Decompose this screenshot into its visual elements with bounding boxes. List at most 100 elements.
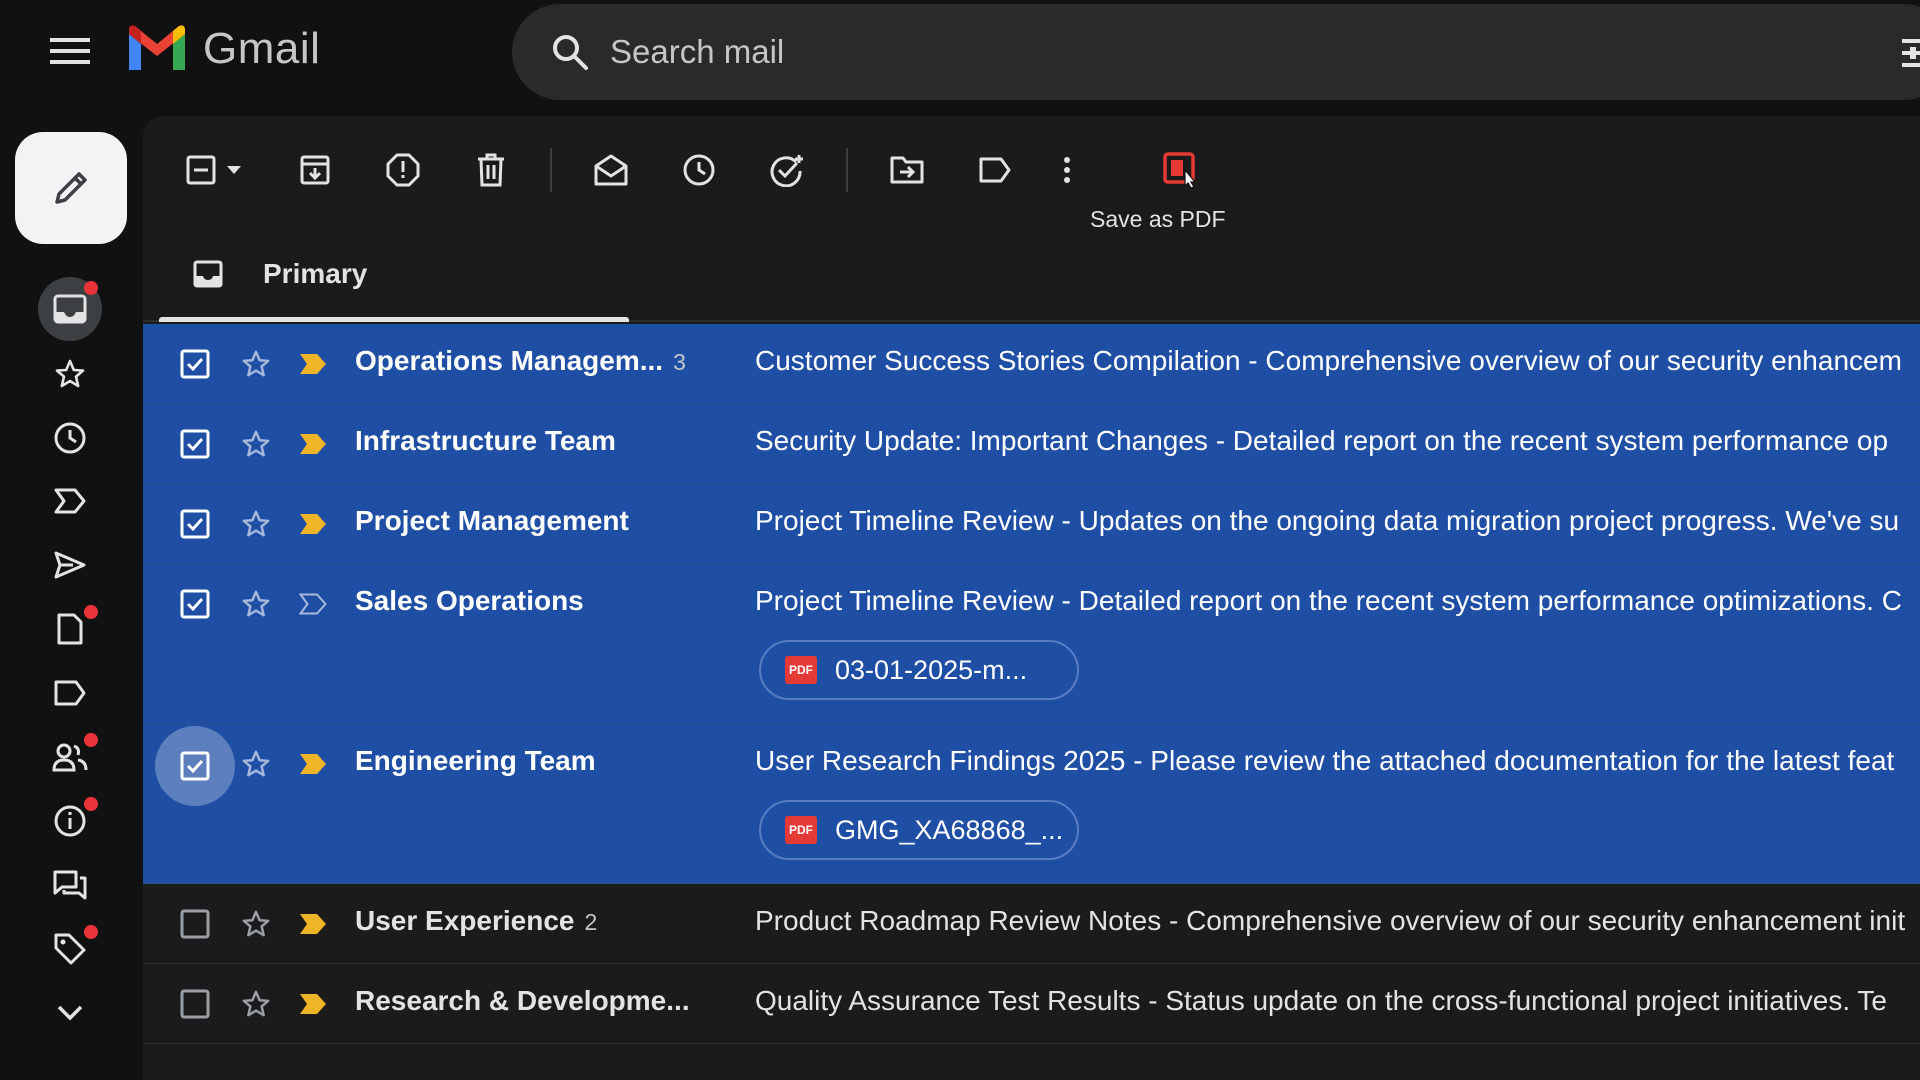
important-icon (54, 488, 86, 514)
row-checkbox[interactable] (179, 908, 211, 940)
info-icon (54, 805, 86, 837)
rail-inbox[interactable] (38, 277, 102, 341)
search-options-button[interactable] (1892, 26, 1920, 80)
unread-dot (84, 281, 98, 295)
select-options-button[interactable] (219, 144, 249, 196)
row-checkbox[interactable] (179, 588, 211, 620)
rail-forums[interactable] (38, 857, 102, 913)
star-button[interactable] (238, 506, 274, 542)
importance-marker[interactable] (299, 430, 331, 458)
rail-sent[interactable] (38, 537, 102, 593)
row-checkbox[interactable] (179, 428, 211, 460)
save-as-pdf-button[interactable] (1155, 144, 1207, 196)
star-button[interactable] (238, 426, 274, 462)
checkbox-empty-icon (180, 909, 210, 939)
inbox-icon (53, 294, 87, 324)
email-subject: Quality Assurance Test Results - Status … (755, 985, 1887, 1016)
email-subject: User Research Findings 2025 - Please rev… (755, 745, 1895, 776)
table-row[interactable]: Sales Operations Project Timeline Review… (143, 564, 1920, 724)
snooze-button[interactable] (673, 144, 725, 196)
rail-promotions[interactable] (38, 921, 102, 977)
thread-count: 3 (673, 349, 686, 375)
importance-marker[interactable] (299, 750, 331, 778)
table-row[interactable]: Infrastructure Team Security Update: Imp… (143, 404, 1920, 484)
labels-button[interactable] (969, 144, 1021, 196)
email-sender: User Experience 2 (355, 905, 598, 936)
more-options-button[interactable] (1049, 144, 1085, 196)
star-icon (242, 990, 270, 1017)
rail-starred[interactable] (38, 346, 102, 402)
star-button[interactable] (238, 906, 274, 942)
star-button[interactable] (238, 586, 274, 622)
attachment-chip[interactable]: PDF GMG_XA68868_... (759, 800, 1079, 860)
unread-dot (84, 797, 98, 811)
star-icon (242, 910, 270, 937)
move-folder-icon (890, 156, 924, 184)
star-icon (242, 510, 270, 537)
email-sender: Research & Developme... (355, 985, 690, 1016)
rail-snoozed[interactable] (38, 410, 102, 466)
importance-marker[interactable] (299, 590, 331, 618)
table-row[interactable]: Engineering Team User Research Findings … (143, 724, 1920, 884)
clock-icon (54, 422, 86, 454)
move-to-button[interactable] (881, 144, 933, 196)
forum-icon (53, 870, 87, 900)
star-button[interactable] (238, 746, 274, 782)
report-spam-button[interactable] (377, 144, 429, 196)
row-checkbox[interactable] (179, 348, 211, 380)
checkbox-checked-icon (180, 349, 210, 379)
hamburger-icon (50, 38, 90, 64)
app-name: Gmail (203, 24, 321, 73)
email-sender: Sales Operations (355, 585, 584, 616)
important-icon (300, 514, 326, 534)
email-subject: Project Timeline Review - Updates on the… (755, 505, 1900, 536)
pencil-icon (55, 172, 87, 204)
attachment-chip[interactable]: PDF 03-01-2025-m... (759, 640, 1079, 700)
search-icon[interactable] (542, 24, 598, 80)
importance-marker[interactable] (299, 910, 331, 938)
importance-marker[interactable] (299, 990, 331, 1018)
unread-dot (84, 605, 98, 619)
add-to-tasks-button[interactable] (761, 144, 813, 196)
important-icon (300, 354, 326, 374)
top-bar: Gmail (0, 0, 1920, 108)
row-checkbox[interactable] (179, 508, 211, 540)
table-row[interactable]: User Experience 2 Product Roadmap Review … (143, 884, 1920, 964)
star-button[interactable] (238, 986, 274, 1022)
category-tabs: Primary (143, 226, 1920, 322)
archive-button[interactable] (289, 144, 341, 196)
delete-button[interactable] (465, 144, 517, 196)
rail-updates[interactable] (38, 793, 102, 849)
tag-icon (54, 933, 86, 965)
rail-more[interactable] (38, 985, 102, 1041)
rail-label[interactable] (38, 665, 102, 721)
table-row[interactable]: Research & Developme... Quality Assuranc… (143, 964, 1920, 1044)
open-mail-icon (594, 154, 628, 186)
row-checkbox[interactable] (155, 726, 235, 806)
row-checkbox[interactable] (179, 988, 211, 1020)
importance-marker[interactable] (299, 350, 331, 378)
important-icon (300, 754, 326, 774)
spam-icon (386, 153, 420, 187)
tab-primary[interactable]: Primary (159, 226, 629, 322)
search-input[interactable] (610, 33, 1810, 71)
important-icon (300, 914, 326, 934)
email-sender: Project Management (355, 505, 629, 536)
table-row[interactable]: Operations Managem... 3 Customer Success … (143, 324, 1920, 404)
people-icon (52, 743, 88, 772)
table-row[interactable]: Project Management Project Timeline Revi… (143, 484, 1920, 564)
importance-marker[interactable] (299, 510, 331, 538)
rail-social[interactable] (38, 729, 102, 785)
search-bar[interactable] (512, 4, 1920, 100)
toolbar-divider (846, 148, 848, 192)
star-button[interactable] (238, 346, 274, 382)
email-subject: Product Roadmap Review Notes - Comprehen… (755, 905, 1906, 936)
rail-drafts[interactable] (38, 601, 102, 657)
thread-count: 2 (584, 909, 598, 935)
gmail-logo[interactable]: Gmail (125, 24, 320, 74)
mark-as-read-button[interactable] (585, 144, 637, 196)
compose-button[interactable] (15, 132, 127, 244)
main-menu-button[interactable] (40, 26, 100, 76)
checkbox-checked-icon (180, 751, 210, 781)
rail-important[interactable] (38, 473, 102, 529)
